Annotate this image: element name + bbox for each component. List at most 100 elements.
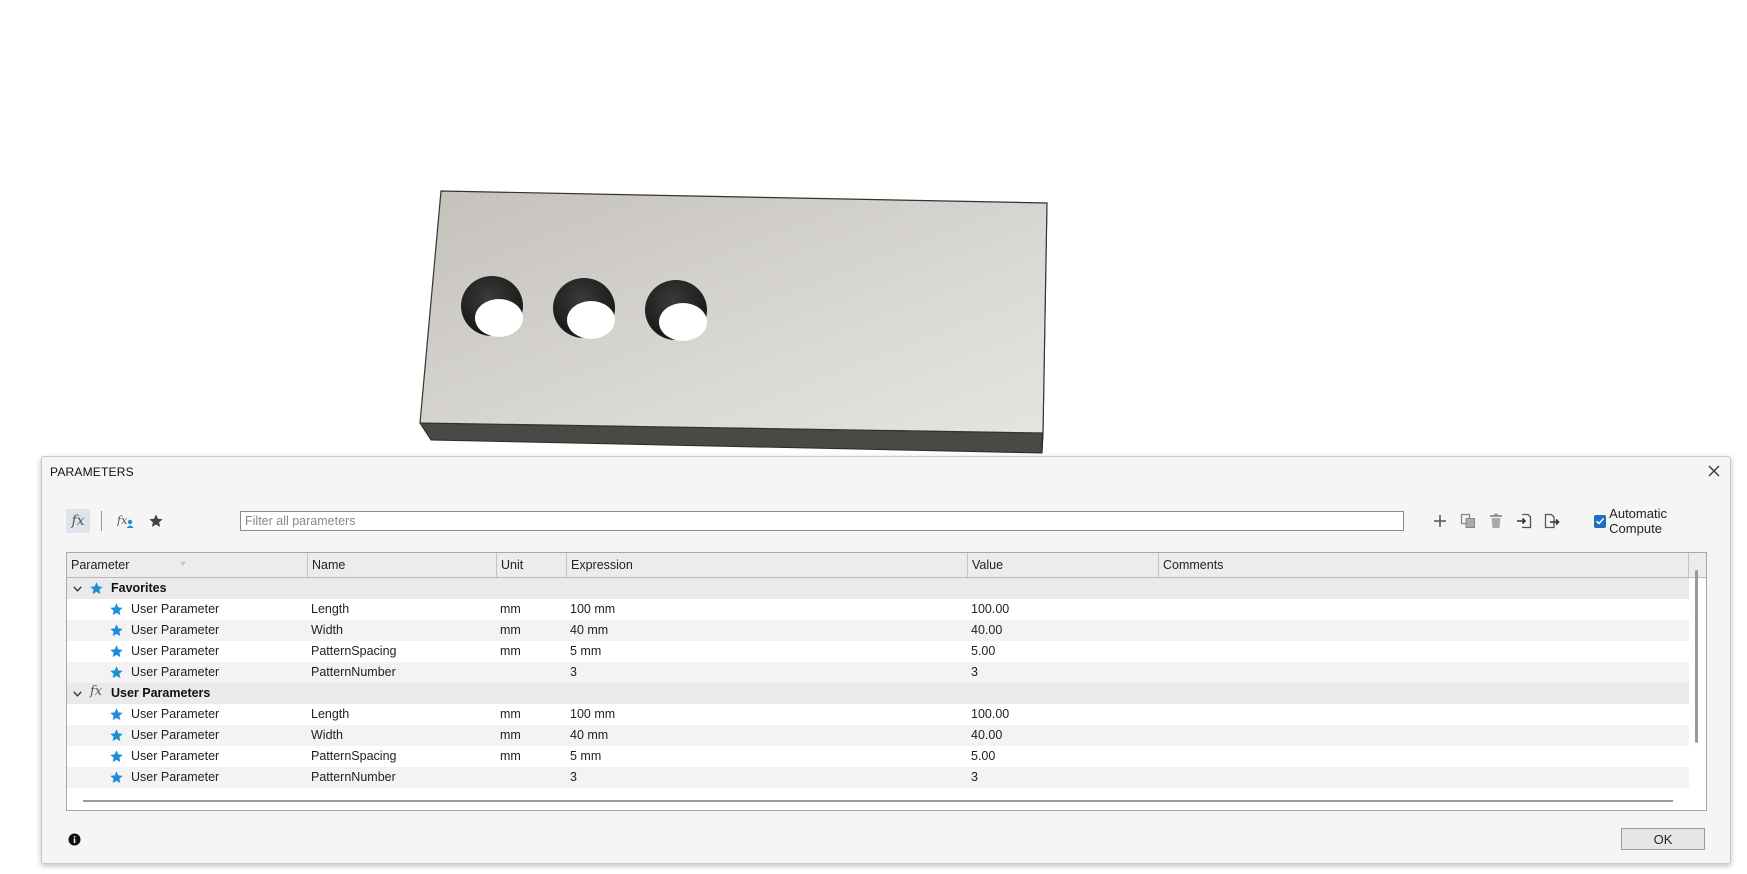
column-header-label: Comments bbox=[1163, 558, 1224, 572]
parameters-toolbar: fx fx Filter all parameters Automatic Co… bbox=[66, 506, 1716, 536]
expression-cell[interactable]: 5 mm bbox=[570, 641, 601, 662]
column-header-parameter[interactable]: ▿ Parameter bbox=[67, 553, 308, 577]
unit-cell[interactable]: mm bbox=[500, 641, 521, 662]
name-cell[interactable]: Width bbox=[311, 620, 343, 641]
column-header-value[interactable]: Value bbox=[968, 553, 1159, 577]
value-cell: 5.00 bbox=[971, 644, 996, 658]
fx-icon[interactable]: fx bbox=[66, 509, 90, 533]
favorite-star-icon[interactable] bbox=[109, 728, 124, 743]
favorite-star-icon[interactable] bbox=[109, 644, 124, 659]
unit-cell[interactable]: mm bbox=[500, 704, 521, 725]
name-cell[interactable]: PatternNumber bbox=[311, 662, 396, 683]
value-cell: 40.00 bbox=[971, 623, 1003, 637]
fx-icon: fx bbox=[90, 684, 103, 699]
column-header-unit[interactable]: Unit bbox=[497, 553, 567, 577]
star-icon bbox=[89, 581, 104, 596]
unit-cell[interactable]: mm bbox=[500, 725, 521, 746]
toolbar-divider bbox=[101, 511, 102, 531]
copy-icon[interactable] bbox=[1456, 509, 1480, 533]
column-header-expression[interactable]: Expression bbox=[567, 553, 968, 577]
chevron-down-icon[interactable] bbox=[71, 683, 83, 704]
vertical-scrollbar[interactable] bbox=[1695, 570, 1698, 743]
value-cell: 3 bbox=[971, 665, 978, 679]
parameters-dialog: PARAMETERS fx fx Filter all parameters A… bbox=[41, 456, 1731, 864]
table-row[interactable]: User Parameter PatternSpacing mm 5 mm 5.00 bbox=[67, 641, 1689, 662]
user-fx-icon[interactable]: fx bbox=[114, 509, 138, 533]
expression-cell[interactable]: 40 mm bbox=[570, 725, 608, 746]
expression-cell[interactable]: 40 mm bbox=[570, 620, 608, 641]
name-cell[interactable]: Length bbox=[311, 599, 349, 620]
export-icon[interactable] bbox=[1540, 509, 1564, 533]
column-header-label: Expression bbox=[571, 558, 633, 572]
close-icon[interactable] bbox=[1704, 461, 1724, 481]
name-cell[interactable]: PatternSpacing bbox=[311, 746, 396, 767]
unit-cell[interactable]: mm bbox=[500, 599, 521, 620]
favorite-star-icon[interactable] bbox=[109, 602, 124, 617]
add-icon[interactable] bbox=[1428, 509, 1452, 533]
star-icon[interactable] bbox=[144, 509, 168, 533]
import-icon[interactable] bbox=[1512, 509, 1536, 533]
parameter-cell: User Parameter bbox=[131, 602, 220, 616]
value-cell: 3 bbox=[971, 770, 978, 784]
column-header-comments[interactable]: Comments bbox=[1159, 553, 1689, 577]
horizontal-scrollbar[interactable] bbox=[83, 800, 1673, 802]
parameter-cell: User Parameter bbox=[131, 665, 220, 679]
favorite-star-icon[interactable] bbox=[109, 749, 124, 764]
value-cell: 5.00 bbox=[971, 749, 996, 763]
unit-cell[interactable]: mm bbox=[500, 746, 521, 767]
check-icon bbox=[1594, 514, 1607, 528]
table-row[interactable]: User Parameter PatternNumber 3 3 bbox=[67, 662, 1689, 683]
group-label: Favorites bbox=[111, 581, 167, 595]
name-cell[interactable]: Width bbox=[311, 725, 343, 746]
info-icon[interactable] bbox=[68, 833, 81, 846]
delete-icon[interactable] bbox=[1484, 509, 1508, 533]
column-header-name[interactable]: Name bbox=[308, 553, 497, 577]
expression-cell[interactable]: 5 mm bbox=[570, 746, 601, 767]
name-cell[interactable]: PatternSpacing bbox=[311, 641, 396, 662]
parameter-cell: User Parameter bbox=[131, 644, 220, 658]
expression-cell[interactable]: 3 bbox=[570, 662, 577, 683]
value-cell: 100.00 bbox=[971, 707, 1010, 721]
column-header-label: Parameter bbox=[71, 558, 130, 572]
name-cell[interactable]: PatternNumber bbox=[311, 767, 396, 788]
column-header-label: Unit bbox=[501, 558, 524, 572]
unit-cell[interactable]: mm bbox=[500, 620, 521, 641]
favorite-star-icon[interactable] bbox=[109, 623, 124, 638]
automatic-compute-checkbox[interactable]: Automatic Compute bbox=[1594, 506, 1716, 536]
grid-header: ▿ Parameter Name Unit Expression Value C… bbox=[67, 553, 1706, 578]
table-row[interactable]: User Parameter Width mm 40 mm 40.00 bbox=[67, 620, 1689, 641]
chevron-down-icon[interactable] bbox=[71, 578, 83, 599]
parameter-cell: User Parameter bbox=[131, 623, 220, 637]
dialog-title: PARAMETERS bbox=[50, 465, 134, 479]
parameter-cell: User Parameter bbox=[131, 749, 220, 763]
ok-button[interactable]: OK bbox=[1621, 828, 1705, 850]
group-row[interactable]: Favorites bbox=[67, 578, 1689, 599]
expression-cell[interactable]: 100 mm bbox=[570, 599, 615, 620]
favorite-star-icon[interactable] bbox=[109, 665, 124, 680]
favorite-star-icon[interactable] bbox=[109, 707, 124, 722]
group-row[interactable]: fx User Parameters bbox=[67, 683, 1689, 704]
column-header-label: Value bbox=[972, 558, 1004, 572]
table-row[interactable]: User Parameter Length mm 100 mm 100.00 bbox=[67, 704, 1689, 725]
table-row[interactable]: User Parameter Length mm 100 mm 100.00 bbox=[67, 599, 1689, 620]
group-label: User Parameters bbox=[111, 686, 211, 700]
table-row[interactable]: User Parameter PatternNumber 3 3 bbox=[67, 767, 1689, 788]
value-cell: 40.00 bbox=[971, 728, 1003, 742]
sort-caret-icon: ▿ bbox=[181, 559, 186, 568]
filter-input[interactable] bbox=[240, 511, 1404, 531]
parameter-cell: User Parameter bbox=[131, 770, 220, 784]
expression-cell[interactable]: 3 bbox=[570, 767, 577, 788]
value-cell: 100.00 bbox=[971, 602, 1010, 616]
parameter-cell: User Parameter bbox=[131, 707, 220, 721]
expression-cell[interactable]: 100 mm bbox=[570, 704, 615, 725]
table-row[interactable]: User Parameter PatternSpacing mm 5 mm 5.00 bbox=[67, 746, 1689, 767]
parameters-grid: ▿ Parameter Name Unit Expression Value C… bbox=[66, 552, 1707, 811]
parameter-cell: User Parameter bbox=[131, 728, 220, 742]
column-header-label: Name bbox=[312, 558, 346, 572]
table-row[interactable]: User Parameter Width mm 40 mm 40.00 bbox=[67, 725, 1689, 746]
svg-text:fx: fx bbox=[117, 514, 128, 527]
name-cell[interactable]: Length bbox=[311, 704, 349, 725]
automatic-compute-label: Automatic Compute bbox=[1609, 506, 1667, 536]
favorite-star-icon[interactable] bbox=[109, 770, 124, 785]
plate-holes bbox=[461, 276, 707, 341]
